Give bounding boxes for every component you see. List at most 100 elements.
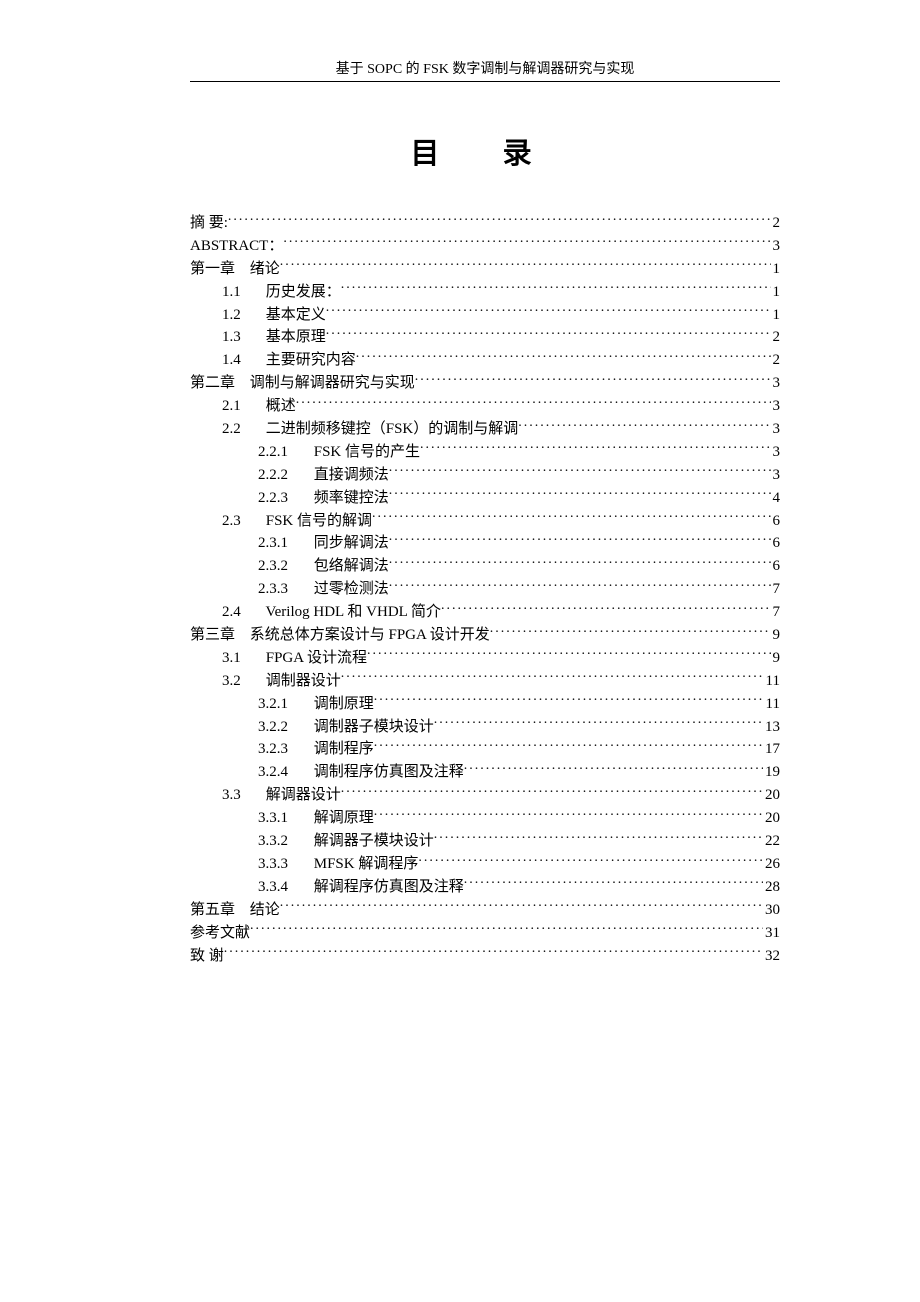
- toc-entry-page: 22: [763, 831, 780, 853]
- toc-leader-dots: [464, 761, 763, 776]
- toc-entry-page: 3: [771, 465, 781, 487]
- toc-entry-label: 第五章 结论: [190, 900, 280, 922]
- toc-entry-number: 3.2: [222, 671, 262, 693]
- toc-entry-number: 2.2: [222, 419, 262, 441]
- toc-entry-text: FPGA 设计流程: [266, 650, 367, 666]
- toc-entry-page: 7: [771, 602, 781, 624]
- toc-leader-dots: [464, 876, 763, 891]
- toc-entry-page: 9: [771, 648, 781, 670]
- toc-entry-label: 2.2.1 FSK 信号的产生: [258, 442, 420, 464]
- toc-entry: 2.3.3 过零检测法7: [190, 578, 780, 601]
- toc-entry-number: 2.2.3: [258, 488, 310, 510]
- toc-entry-label: 3.2.4 调制程序仿真图及注释: [258, 762, 464, 784]
- toc-entry-label: 第一章 绪论: [190, 259, 280, 281]
- toc-entry: 3.2.3 调制程序 17: [190, 738, 780, 761]
- toc-entry-page: 3: [771, 236, 781, 258]
- toc-leader-dots: [490, 624, 771, 639]
- toc-entry-text: 调制程序: [314, 741, 374, 757]
- toc-entry-number: 2.2.1: [258, 442, 310, 464]
- toc-leader-dots: [341, 784, 763, 799]
- toc-entry-page: 2: [771, 350, 781, 372]
- toc-entry: ABSTRACT： 3: [190, 235, 780, 258]
- toc-entry-number: 3.3: [222, 785, 262, 807]
- toc-entry-label: 摘 要:: [190, 213, 228, 235]
- toc-entry-page: 1: [771, 305, 781, 327]
- toc-entry-number: 2.1: [222, 396, 262, 418]
- toc-entry-page: 20: [763, 785, 780, 807]
- toc-entry: 第二章 调制与解调器研究与实现3: [190, 372, 780, 395]
- toc-entry-label: 2.2.3 频率键控法: [258, 488, 389, 510]
- toc-entry-page: 1: [771, 282, 781, 304]
- toc-entry-page: 32: [763, 946, 780, 968]
- toc-entry-label: 第二章 调制与解调器研究与实现: [190, 373, 415, 395]
- toc-entry-page: 6: [771, 533, 781, 555]
- toc-leader-dots: [372, 510, 770, 525]
- toc-entry-number: 3.2.1: [258, 694, 310, 716]
- toc-entry-text: ABSTRACT：: [190, 238, 283, 254]
- toc-entry-number: 2.2.2: [258, 465, 310, 487]
- toc-leader-dots: [326, 304, 771, 319]
- toc-entry-label: 2.2.2 直接调频法: [258, 465, 389, 487]
- toc-entry-text: 摘 要:: [190, 215, 228, 231]
- toc-entry-page: 17: [763, 739, 780, 761]
- toc-entry-page: 19: [763, 762, 780, 784]
- toc-entry-number: 1.1: [222, 282, 262, 304]
- toc-entry-text: 参考文献: [190, 925, 250, 941]
- toc-entry-text: 二进制频移键控（FSK）的调制与解调: [266, 421, 519, 437]
- toc-entry-number: 第五章: [190, 900, 246, 922]
- toc-entry-label: 3.3.3 MFSK 解调程序: [258, 854, 418, 876]
- toc-entry-text: 解调原理: [314, 810, 374, 826]
- toc-entry-number: 2.3.2: [258, 556, 310, 578]
- toc-entry-number: 3.3.2: [258, 831, 310, 853]
- toc-leader-dots: [341, 670, 764, 685]
- table-of-contents: 摘 要:2ABSTRACT：3第一章 绪论11.1 历史发展：11.2 基本定义…: [190, 212, 780, 967]
- toc-entry-page: 20: [763, 808, 780, 830]
- toc-entry-label: 3.3.1 解调原理: [258, 808, 374, 830]
- toc-leader-dots: [296, 395, 771, 410]
- toc-entry-text: FSK 信号的解调: [266, 513, 372, 529]
- toc-entry-number: 1.4: [222, 350, 262, 372]
- toc-entry-page: 28: [763, 877, 780, 899]
- toc-entry-text: 解调器子模块设计: [314, 833, 434, 849]
- toc-entry: 2.3.1 同步解调法 6: [190, 532, 780, 555]
- toc-leader-dots: [441, 601, 770, 616]
- toc-entry-number: 3.2.4: [258, 762, 310, 784]
- toc-leader-dots: [389, 532, 771, 547]
- toc-entry: 2.4 Verilog HDL 和 VHDL 简介7: [190, 601, 780, 624]
- toc-entry: 2.2.2 直接调频法 3: [190, 464, 780, 487]
- toc-entry-text: MFSK 解调程序: [314, 856, 419, 872]
- toc-leader-dots: [420, 441, 770, 456]
- toc-entry: 摘 要:2: [190, 212, 780, 235]
- toc-entry-page: 6: [771, 511, 781, 533]
- toc-entry: 3.2.4 调制程序仿真图及注释 19: [190, 761, 780, 784]
- toc-entry-page: 3: [771, 442, 781, 464]
- document-page: 基于 SOPC 的 FSK 数字调制与解调器研究与实现 目 录 摘 要:2ABS…: [0, 0, 920, 1302]
- toc-leader-dots: [250, 922, 763, 937]
- toc-entry: 第一章 绪论1: [190, 258, 780, 281]
- toc-leader-dots: [341, 281, 771, 296]
- toc-entry-label: 致 谢: [190, 946, 224, 968]
- toc-entry-text: 解调程序仿真图及注释: [314, 879, 464, 895]
- toc-entry-number: 3.2.2: [258, 717, 310, 739]
- toc-entry-label: 2.3.2 包络解调法: [258, 556, 389, 578]
- toc-entry-page: 7: [771, 579, 781, 601]
- toc-entry-number: 3.2.3: [258, 739, 310, 761]
- toc-leader-dots: [367, 647, 770, 662]
- toc-entry-text: 绪论: [250, 261, 280, 277]
- toc-entry-page: 31: [763, 923, 780, 945]
- toc-entry-number: 3.1: [222, 648, 262, 670]
- toc-entry-label: 2.3.1 同步解调法: [258, 533, 389, 555]
- toc-entry: 3.2.2 调制器子模块设计13: [190, 716, 780, 739]
- toc-entry-text: 基本原理: [266, 329, 326, 345]
- toc-entry-text: 过零检测法: [314, 581, 389, 597]
- toc-entry: 1.2 基本定义1: [190, 304, 780, 327]
- toc-entry-number: 3.3.4: [258, 877, 310, 899]
- toc-entry-page: 13: [763, 717, 780, 739]
- toc-entry: 参考文献 31: [190, 922, 780, 945]
- toc-entry: 3.3.2 解调器子模块设计 22: [190, 830, 780, 853]
- toc-entry-page: 11: [764, 694, 780, 716]
- toc-leader-dots: [374, 693, 764, 708]
- toc-entry-label: ABSTRACT：: [190, 236, 283, 258]
- toc-entry: 3.3.3 MFSK 解调程序26: [190, 853, 780, 876]
- toc-entry-text: 主要研究内容: [266, 352, 356, 368]
